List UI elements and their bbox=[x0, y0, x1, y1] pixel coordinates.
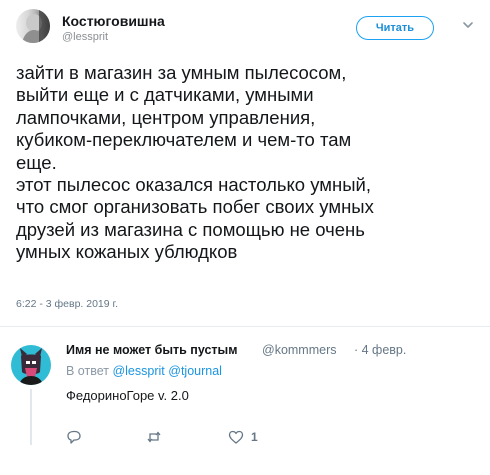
mention-link[interactable]: @lessprit bbox=[112, 364, 164, 378]
tweet-text-line: выйти еще и с датчиками, умными bbox=[16, 84, 314, 106]
reply-text: ФедориноГоре v. 2.0 bbox=[66, 388, 189, 403]
reply-to-line: В ответ @lessprit @tjournal bbox=[66, 364, 222, 378]
tweet-text-line: умных кожаных ублюдков bbox=[16, 241, 238, 263]
tweet-text-line: кубиком-переключателем и чем-то там bbox=[16, 129, 352, 151]
author-avatar-image bbox=[22, 9, 50, 43]
reply-tweet: Имя не может быть пустым @kommmers · 4 ф… bbox=[0, 327, 490, 475]
like-count: 1 bbox=[251, 430, 258, 444]
reply-author-name[interactable]: Имя не может быть пустым bbox=[66, 343, 237, 357]
tweet-text-line: что смог организовать побег своих умных bbox=[16, 196, 374, 218]
tweet-timestamp[interactable]: 6:22 - 3 февр. 2019 г. bbox=[16, 298, 118, 310]
tweet-text: зайти в магазин за умным пылесосом, выйт… bbox=[16, 62, 482, 264]
retweet-icon bbox=[147, 431, 161, 443]
reply-date[interactable]: · 4 февр. bbox=[354, 343, 406, 357]
reply-to-prefix: В ответ bbox=[66, 364, 109, 378]
reply-action[interactable] bbox=[66, 428, 89, 446]
chevron-down-icon[interactable] bbox=[461, 18, 475, 32]
tweet-text-line: лампочками, центром управления, bbox=[16, 106, 316, 128]
like-action[interactable]: 1 bbox=[228, 428, 258, 446]
heart-icon bbox=[228, 430, 244, 444]
reply-bubble-icon bbox=[67, 430, 81, 444]
thread-line bbox=[30, 389, 32, 445]
author-avatar[interactable] bbox=[16, 9, 50, 43]
tweet-text-line: зайти в магазин за умным пылесосом, bbox=[16, 62, 347, 83]
reply-author-handle[interactable]: @kommmers bbox=[262, 343, 337, 357]
tweet-text-line: друзей из магазина с помощью не очень bbox=[16, 218, 365, 240]
author-handle[interactable]: @lessprit bbox=[62, 31, 108, 43]
tweet-text-line: этот пылесос оказался настолько умный, bbox=[16, 174, 371, 196]
mention-link[interactable]: @tjournal bbox=[168, 364, 222, 378]
reply-avatar[interactable] bbox=[11, 345, 51, 385]
reply-avatar-image bbox=[19, 348, 43, 385]
tweet-text-line: еще. bbox=[16, 151, 57, 173]
author-name[interactable]: Костюговишна bbox=[62, 13, 165, 29]
main-tweet: Костюговишна @lessprit Читать зайти в ма… bbox=[0, 0, 490, 330]
retweet-action[interactable] bbox=[146, 428, 169, 446]
follow-button[interactable]: Читать bbox=[356, 16, 434, 40]
